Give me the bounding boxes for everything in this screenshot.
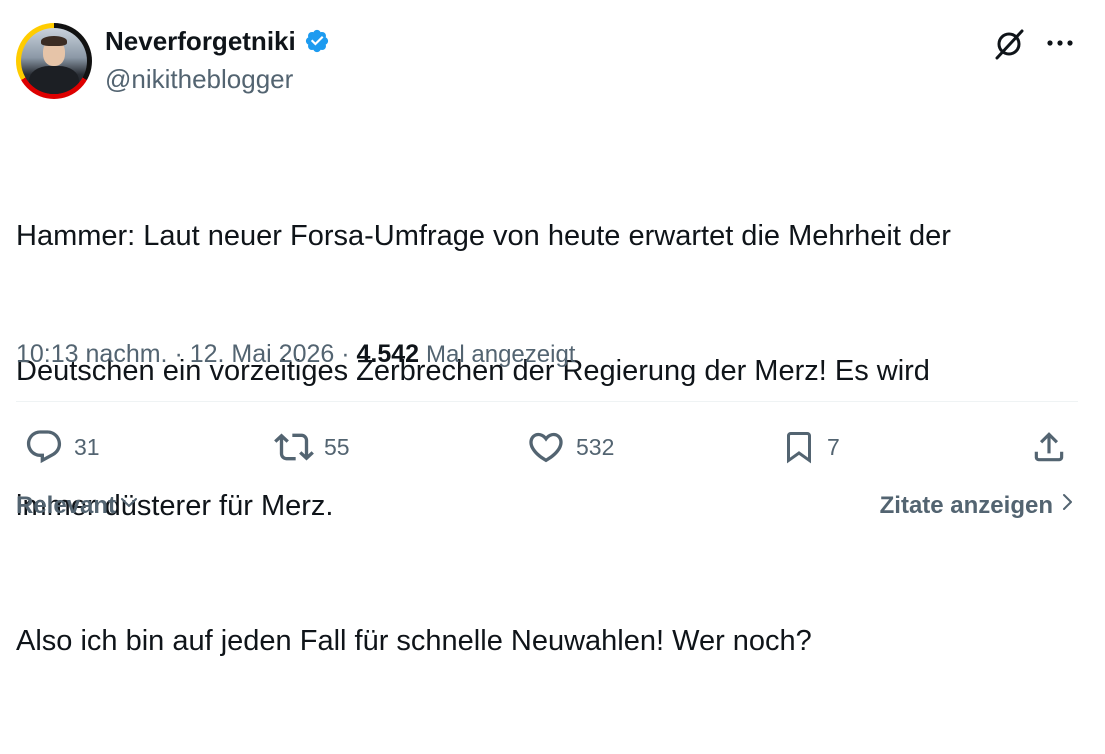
share-button[interactable] [1030,427,1068,467]
tweet-text-line: Also ich bin auf jeden Fall für schnelle… [16,625,812,657]
chevron-down-icon [118,490,140,522]
repost-count: 55 [324,433,350,460]
author-name-row: Neverforgetniki [105,26,330,56]
bookmark-icon [781,427,817,467]
grok-icon[interactable] [992,27,1026,61]
sort-label: Relevant [16,492,117,519]
avatar[interactable] [16,23,92,99]
tweet-time[interactable]: 10:13 nachm. [16,340,168,368]
reply-button[interactable]: 31 [24,427,100,467]
more-icon[interactable] [1044,29,1076,57]
bookmark-button[interactable]: 7 [781,427,840,467]
chevron-right-icon [1061,490,1075,522]
tweet-date[interactable]: 12. Mai 2026 [190,340,335,368]
reply-icon [24,427,64,467]
reply-count: 31 [74,433,100,460]
display-name[interactable]: Neverforgetniki [105,26,296,56]
tweet-text-line: Hammer: Laut neuer Forsa-Umfrage von heu… [16,220,951,252]
views-count[interactable]: 4.542 [357,340,420,368]
quotes-label: Zitate anzeigen [879,492,1053,519]
view-quotes-link[interactable]: Zitate anzeigen [880,490,1075,522]
repost-icon [274,427,314,467]
repost-button[interactable]: 55 [274,427,350,467]
tweet-meta: 10:13 nachm. · 12. Mai 2026 · 4.542 Mal … [16,338,575,371]
like-icon [526,427,566,467]
verified-badge-icon[interactable] [304,28,330,54]
like-count: 532 [576,433,615,460]
user-handle[interactable]: @nikitheblogger [105,64,293,94]
meta-separator: · [174,340,183,368]
views-label: Mal angezeigt [426,341,576,368]
meta-separator: · [341,340,350,368]
sort-dropdown[interactable]: Relevant [16,490,140,522]
share-icon [1030,427,1068,467]
like-button[interactable]: 532 [526,427,614,467]
avatar-photo [21,28,87,94]
tweet-card: Neverforgetniki @nikitheblogger Hammer: … [0,0,1105,657]
bookmark-count: 7 [827,433,840,460]
divider [16,401,1078,402]
